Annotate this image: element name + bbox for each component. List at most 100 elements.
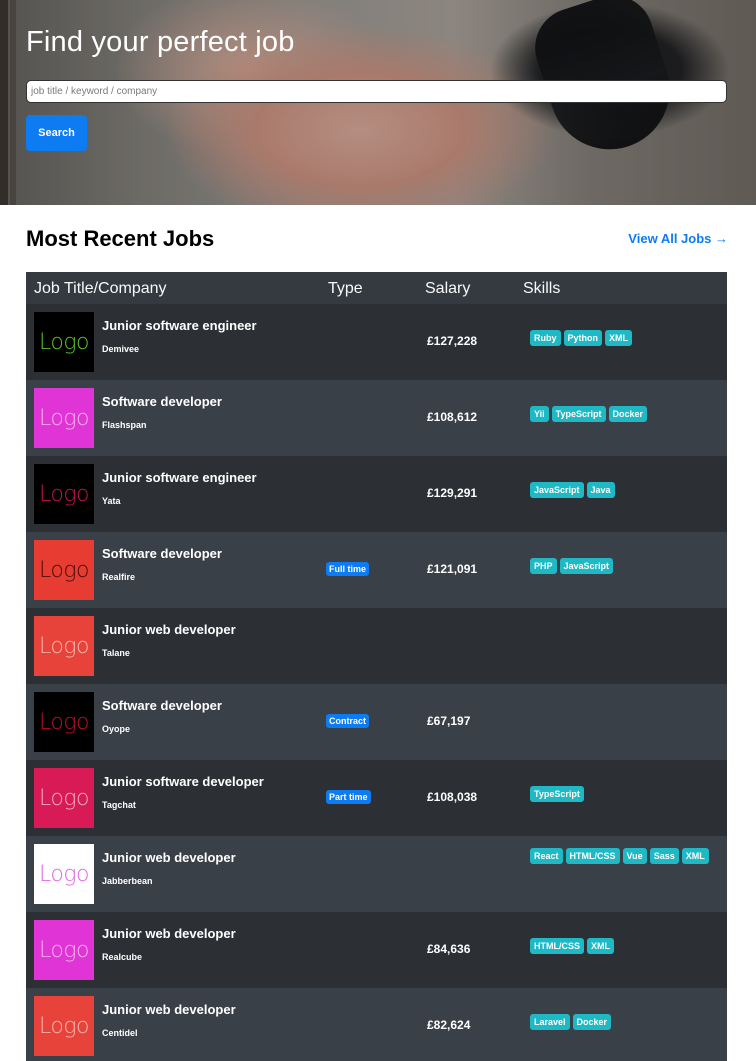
- company-logo: Logo: [34, 388, 94, 448]
- job-type-badge: Full time: [326, 562, 370, 576]
- company-logo-text: Logo: [39, 937, 90, 963]
- header-skills: Skills: [523, 280, 561, 297]
- skill-badge: Java: [586, 482, 615, 498]
- table-row[interactable]: Logo Software developer Oyope Contract £67,1…: [26, 684, 727, 760]
- company-logo: Logo: [34, 464, 94, 524]
- salary: £129,291: [427, 486, 478, 500]
- job-type-badge: Part time: [326, 790, 371, 804]
- skill-badge: Python: [563, 330, 602, 346]
- company-logo-text: Logo: [39, 481, 90, 507]
- job-title[interactable]: Junior web developer: [102, 850, 236, 865]
- company-name: Jabberbean: [102, 876, 153, 886]
- skill-badge: Docker: [608, 406, 648, 422]
- skill-badge: PHP: [530, 558, 557, 574]
- skill-badge: XML: [605, 330, 632, 346]
- table-row[interactable]: Logo Junior web developer Jabberbean React H…: [26, 836, 727, 912]
- table-row[interactable]: Logo Junior web developer Centidel £82,624 L…: [26, 988, 727, 1061]
- skill-badge: TypeScript: [551, 406, 606, 422]
- salary: £82,624: [427, 1018, 471, 1032]
- jobs-table: Job Title/Company Type Salary Skills Log…: [26, 272, 727, 1061]
- skill-badge: Vue: [622, 848, 647, 864]
- skills-list: Yii TypeScript Docker: [530, 404, 716, 442]
- company-name: Oyope: [102, 724, 131, 734]
- company-name: Talane: [102, 648, 130, 658]
- table-row[interactable]: Logo Junior web developer Realcube £84,636 H…: [26, 912, 727, 988]
- company-name: Tagchat: [102, 800, 136, 810]
- salary: £108,612: [427, 410, 478, 424]
- skills-list: PHP JavaScript: [530, 556, 716, 594]
- header-job-title: Job Title/Company: [34, 280, 167, 297]
- job-type-badge: Contract: [326, 714, 370, 728]
- company-name: Centidel: [102, 1028, 138, 1038]
- skill-badge: React: [530, 848, 563, 864]
- skills-list: Laravel Docker: [530, 1012, 716, 1050]
- search-button[interactable]: Search: [26, 115, 87, 151]
- table-body: Logo Junior software engineer Demivee £127,…: [26, 304, 727, 1061]
- skill-badge: Yii: [530, 406, 549, 422]
- job-title[interactable]: Junior web developer: [102, 926, 236, 941]
- skills-list: React HTML/CSS Vue Sass XML: [530, 846, 716, 884]
- hero-banner: Find your perfect job Search: [0, 0, 756, 205]
- company-logo-text: Logo: [39, 557, 90, 583]
- company-logo-text: Logo: [39, 405, 90, 431]
- company-logo-text: Logo: [39, 785, 90, 811]
- search-input[interactable]: [26, 80, 727, 103]
- header-salary: Salary: [425, 280, 471, 297]
- salary: £121,091: [427, 562, 478, 576]
- company-name: Demivee: [102, 344, 140, 354]
- table-header: Job Title/Company Type Salary Skills: [26, 272, 727, 304]
- company-logo-text: Logo: [39, 1013, 90, 1039]
- skills-list: JavaScript Java: [530, 480, 716, 518]
- salary: £67,197: [427, 714, 471, 728]
- skill-badge: Laravel: [530, 1014, 570, 1030]
- job-title[interactable]: Junior software developer: [102, 774, 264, 789]
- table-row[interactable]: Logo Junior software developer Tagchat Part…: [26, 760, 727, 836]
- job-title[interactable]: Junior web developer: [102, 622, 236, 637]
- company-logo-text: Logo: [39, 633, 90, 659]
- company-logo: Logo: [34, 692, 94, 752]
- skill-badge: TypeScript: [530, 786, 584, 802]
- skill-badge: Sass: [649, 848, 679, 864]
- skills-list: Ruby Python XML: [530, 328, 716, 366]
- company-logo-text: Logo: [39, 709, 90, 735]
- company-logo: Logo: [34, 844, 94, 904]
- hero-title: Find your perfect job: [26, 26, 295, 58]
- table-row[interactable]: Logo Junior software engineer Demivee £127,…: [26, 304, 727, 380]
- skills-list: HTML/CSS XML: [530, 936, 716, 974]
- salary: £127,228: [427, 334, 478, 348]
- table-row[interactable]: Logo Junior web developer Talane: [26, 608, 727, 684]
- view-all-jobs-link[interactable]: View All Jobs →: [628, 231, 728, 246]
- job-title[interactable]: Junior web developer: [102, 1002, 236, 1017]
- company-logo: Logo: [34, 768, 94, 828]
- skills-list: TypeScript: [530, 784, 716, 822]
- company-logo-text: Logo: [39, 329, 90, 355]
- salary: £84,636: [427, 942, 471, 956]
- table-row[interactable]: Logo Software developer Realfire Full time £…: [26, 532, 727, 608]
- table-row[interactable]: Logo Junior software engineer Yata £129,291…: [26, 456, 727, 532]
- skill-badge: Docker: [572, 1014, 612, 1030]
- company-name: Realcube: [102, 952, 143, 962]
- company-logo: Logo: [34, 540, 94, 600]
- skill-badge: JavaScript: [559, 558, 614, 574]
- company-logo: Logo: [34, 920, 94, 980]
- company-name: Realfire: [102, 572, 136, 582]
- header-type: Type: [328, 280, 363, 297]
- skill-badge: XML: [681, 848, 709, 864]
- job-title[interactable]: Software developer: [102, 698, 222, 713]
- job-title[interactable]: Software developer: [102, 394, 222, 409]
- company-logo: Logo: [34, 312, 94, 372]
- job-title[interactable]: Junior software engineer: [102, 470, 257, 485]
- section-title: Most Recent Jobs: [26, 226, 215, 251]
- skill-badge: XML: [587, 938, 614, 954]
- company-logo: Logo: [34, 996, 94, 1056]
- salary: £108,038: [427, 790, 478, 804]
- job-title[interactable]: Software developer: [102, 546, 222, 561]
- company-name: Yata: [102, 496, 121, 506]
- skill-badge: HTML/CSS: [565, 848, 620, 864]
- company-logo: Logo: [34, 616, 94, 676]
- company-name: Flashspan: [102, 420, 147, 430]
- skill-badge: HTML/CSS: [530, 938, 584, 954]
- table-row[interactable]: Logo Software developer Flashspan £108,612 Y…: [26, 380, 727, 456]
- job-title[interactable]: Junior software engineer: [102, 318, 257, 333]
- company-logo-text: Logo: [39, 861, 90, 887]
